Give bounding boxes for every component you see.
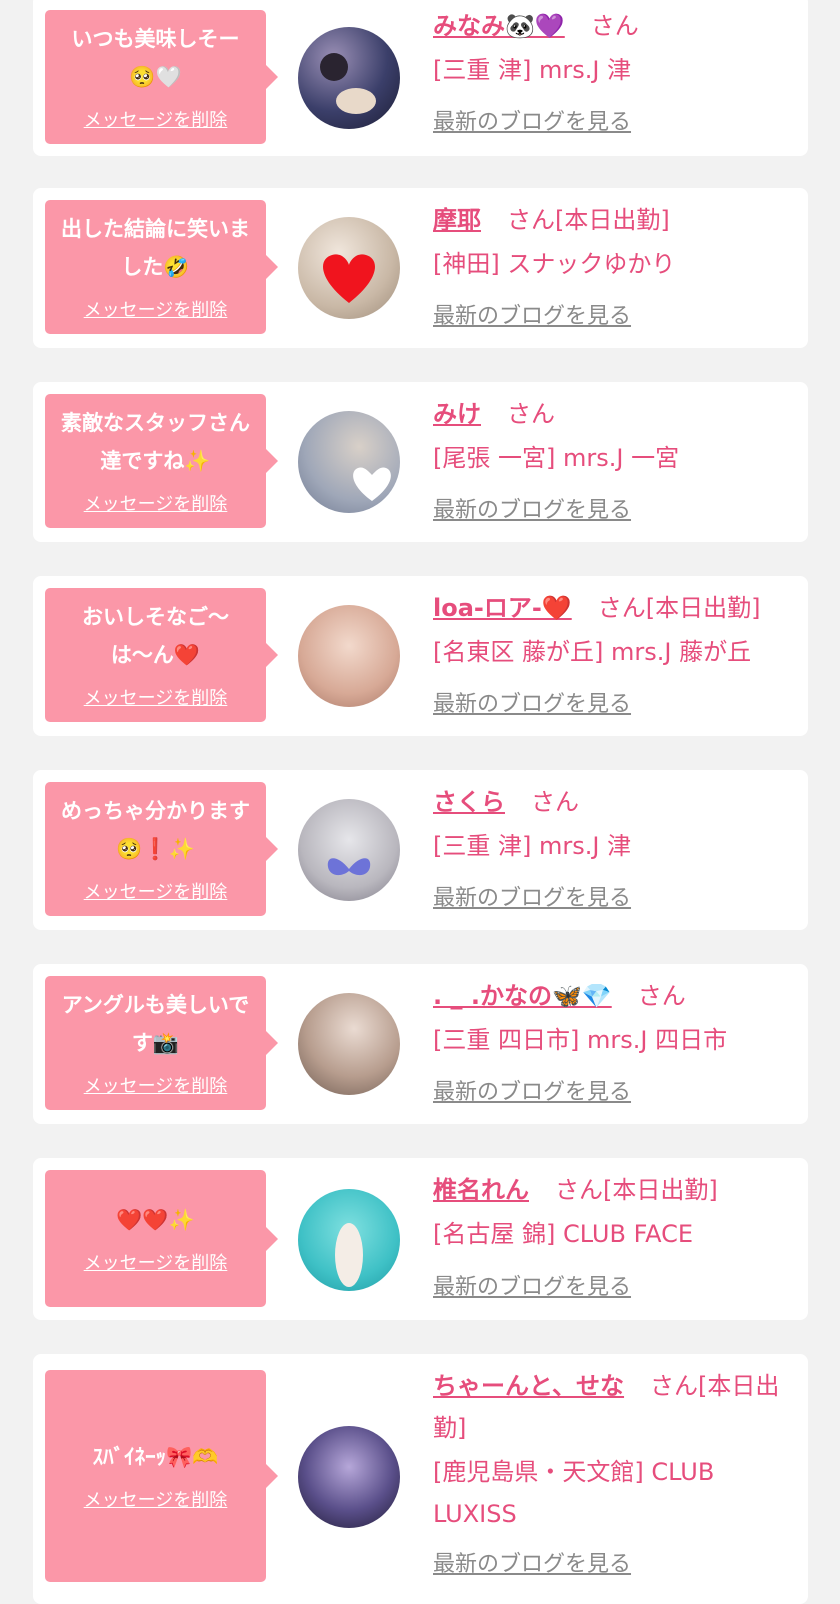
delete-message-link[interactable]: メッセージを削除 — [84, 298, 228, 324]
message-bubble: いつも美味しそー🥺🤍 メッセージを削除 — [45, 10, 278, 144]
shop-name: [鹿児島県・天文館] CLUB LUXISS — [433, 1458, 715, 1528]
list-item: ❤️❤️✨ メッセージを削除 椎名れん さん[本日出勤] [名古屋 錦] CLUB… — [33, 1158, 808, 1320]
list-item: いつも美味しそー🥺🤍 メッセージを削除 みなみ🐼💜 さん [三重 津] mrs.J… — [33, 0, 808, 156]
shop-name: [名古屋 錦] CLUB FACE — [433, 1220, 694, 1248]
message-text: めっちゃ分かります🥺❗️✨ — [61, 799, 250, 861]
latest-blog-link[interactable]: 最新のブログを見る — [433, 884, 631, 914]
user-info: みなみ🐼💜 さん [三重 津] mrs.J 津 — [433, 5, 798, 91]
message-list: いつも美味しそー🥺🤍 メッセージを削除 みなみ🐼💜 さん [三重 津] mrs.J… — [0, 0, 840, 1604]
message-bubble: アングルも美しいです📸 メッセージを削除 — [45, 976, 278, 1110]
message-text: ❤️❤️✨ — [116, 1207, 195, 1232]
list-item: ｽﾊﾞｲﾈｰｯ🎀🫶 メッセージを削除 ちゃーんと、せな さん[本日出勤] [鹿児島… — [33, 1354, 808, 1604]
avatar[interactable] — [298, 27, 400, 129]
user-info: みけ さん [尾張 一宮] mrs.J 一宮 — [433, 393, 798, 479]
avatar[interactable] — [298, 799, 400, 901]
user-name-link[interactable]: みなみ🐼💜 — [433, 12, 565, 40]
message-text: おいしそなご〜は〜ん❤️ — [82, 605, 229, 667]
message-text: 出した結論に笑いました🤣 — [61, 217, 250, 279]
message-bubble: おいしそなご〜は〜ん❤️ メッセージを削除 — [45, 588, 278, 722]
shop-name: [三重 四日市] mrs.J 四日市 — [433, 1026, 728, 1054]
user-status: さん — [637, 982, 686, 1010]
user-name-link[interactable]: 摩耶 — [433, 206, 481, 234]
user-name-link[interactable]: . _ .かなの🦋💎 — [433, 982, 612, 1010]
list-item: 素敵なスタッフさん達ですね✨ メッセージを削除 みけ さん [尾張 一宮] mrs… — [33, 382, 808, 542]
user-name-link[interactable]: みけ — [433, 400, 481, 428]
user-status: さん[本日出勤] — [555, 1176, 718, 1204]
user-status: さん[本日出勤] — [507, 206, 670, 234]
latest-blog-link[interactable]: 最新のブログを見る — [433, 690, 631, 720]
delete-message-link[interactable]: メッセージを削除 — [84, 1251, 228, 1277]
message-text: ｽﾊﾞｲﾈｰｯ🎀🫶 — [92, 1445, 219, 1469]
latest-blog-link[interactable]: 最新のブログを見る — [433, 1273, 631, 1303]
user-status: さん — [531, 788, 579, 816]
latest-blog-link[interactable]: 最新のブログを見る — [433, 1078, 631, 1108]
message-bubble: ❤️❤️✨ メッセージを削除 — [45, 1170, 278, 1307]
delete-message-link[interactable]: メッセージを削除 — [84, 1488, 228, 1514]
message-bubble: めっちゃ分かります🥺❗️✨ メッセージを削除 — [45, 782, 278, 916]
avatar[interactable] — [298, 411, 400, 513]
latest-blog-link[interactable]: 最新のブログを見る — [433, 496, 631, 526]
user-info: さくら さん [三重 津] mrs.J 津 — [433, 781, 798, 867]
user-info: ちゃーんと、せな さん[本日出勤] [鹿児島県・天文館] CLUB LUXISS — [433, 1365, 803, 1535]
list-item: おいしそなご〜は〜ん❤️ メッセージを削除 loa-ロア-❤️ さん[本日出勤] … — [33, 576, 808, 736]
delete-message-link[interactable]: メッセージを削除 — [84, 492, 228, 518]
delete-message-link[interactable]: メッセージを削除 — [84, 1074, 228, 1100]
user-name-link[interactable]: ちゃーんと、せな — [433, 1372, 624, 1400]
user-status: さん — [590, 12, 639, 40]
delete-message-link[interactable]: メッセージを削除 — [84, 108, 228, 134]
user-info: 椎名れん さん[本日出勤] [名古屋 錦] CLUB FACE — [433, 1169, 798, 1255]
user-name-link[interactable]: さくら — [433, 788, 505, 816]
avatar[interactable] — [298, 217, 400, 319]
user-info: 摩耶 さん[本日出勤] [神田] スナックゆかり — [433, 199, 798, 285]
shop-name: [名東区 藤が丘] mrs.J 藤が丘 — [433, 638, 752, 666]
delete-message-link[interactable]: メッセージを削除 — [84, 880, 228, 906]
shop-name: [三重 津] mrs.J 津 — [433, 56, 632, 84]
message-text: 素敵なスタッフさん達ですね✨ — [61, 411, 250, 473]
message-bubble: ｽﾊﾞｲﾈｰｯ🎀🫶 メッセージを削除 — [45, 1370, 278, 1582]
user-name-link[interactable]: loa-ロア-❤️ — [433, 594, 572, 622]
list-item: アングルも美しいです📸 メッセージを削除 . _ .かなの🦋💎 さん [三重 四日… — [33, 964, 808, 1124]
user-status: さん[本日出勤] — [597, 594, 761, 622]
shop-name: [三重 津] mrs.J 津 — [433, 832, 632, 860]
message-text: アングルも美しいです📸 — [61, 993, 250, 1055]
delete-message-link[interactable]: メッセージを削除 — [84, 686, 228, 712]
user-status: さん — [507, 400, 555, 428]
user-name-link[interactable]: 椎名れん — [433, 1176, 529, 1204]
avatar[interactable] — [298, 1426, 400, 1528]
user-info: . _ .かなの🦋💎 さん [三重 四日市] mrs.J 四日市 — [433, 975, 798, 1061]
avatar[interactable] — [298, 993, 400, 1095]
avatar[interactable] — [298, 1189, 400, 1291]
latest-blog-link[interactable]: 最新のブログを見る — [433, 302, 631, 332]
latest-blog-link[interactable]: 最新のブログを見る — [433, 108, 631, 138]
message-text: いつも美味しそー🥺🤍 — [71, 27, 240, 89]
message-bubble: 素敵なスタッフさん達ですね✨ メッセージを削除 — [45, 394, 278, 528]
shop-name: [神田] スナックゆかり — [433, 250, 676, 278]
avatar[interactable] — [298, 605, 400, 707]
shop-name: [尾張 一宮] mrs.J 一宮 — [433, 444, 680, 472]
message-bubble: 出した結論に笑いました🤣 メッセージを削除 — [45, 200, 278, 334]
latest-blog-link[interactable]: 最新のブログを見る — [433, 1550, 631, 1580]
list-item: めっちゃ分かります🥺❗️✨ メッセージを削除 さくら さん [三重 津] mrs.… — [33, 770, 808, 930]
list-item: 出した結論に笑いました🤣 メッセージを削除 摩耶 さん[本日出勤] [神田] スナ… — [33, 188, 808, 348]
user-info: loa-ロア-❤️ さん[本日出勤] [名東区 藤が丘] mrs.J 藤が丘 — [433, 587, 798, 673]
